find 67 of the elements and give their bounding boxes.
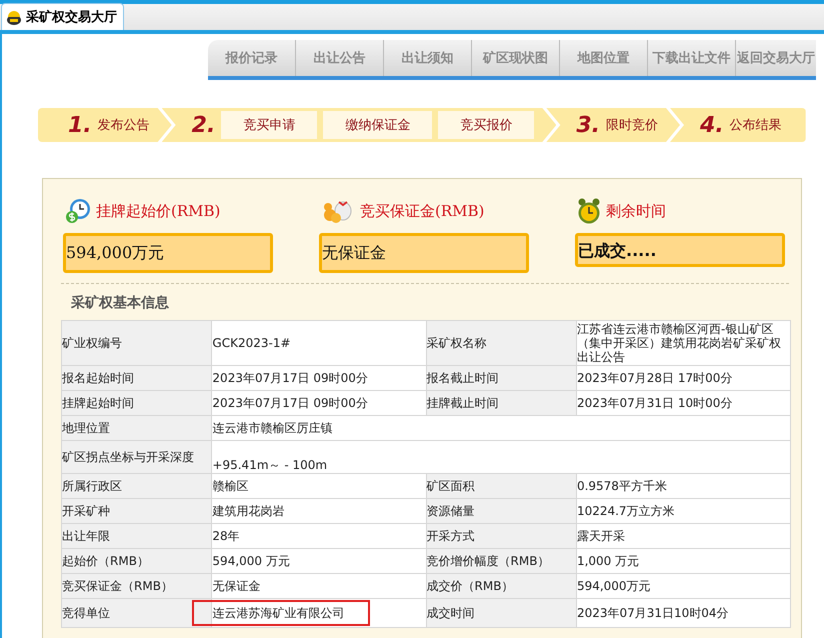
field-label: 所属行政区 [62, 474, 212, 498]
field-label: 矿区拐点坐标与开采深度 [62, 440, 212, 474]
field-label: 竞买保证金（RMB） [62, 574, 212, 598]
step-label: 发布公告 [98, 117, 150, 134]
field-value: 露天开采 [576, 524, 790, 548]
summary-value: 无保证金 [319, 233, 529, 273]
field-value: 1,000 万元 [576, 548, 790, 574]
field-label: 开采方式 [426, 524, 576, 548]
miner-helmet-icon [6, 9, 22, 25]
nav-tab[interactable]: 地图位置 [560, 40, 648, 76]
summary-value: 已成交..... [575, 233, 785, 267]
summary-title: 竞买保证金(RMB) [360, 202, 484, 220]
field-value: 建筑用花岗岩 [212, 498, 426, 524]
alarm-clock-icon [577, 197, 601, 225]
field-label: 竞得单位 [62, 598, 212, 628]
field-value: 江苏省连云港市赣榆区河西-银山矿区（集中开采区）建筑用花岗岩矿采矿权出让公告 [576, 320, 790, 366]
field-label: 开采矿种 [62, 498, 212, 524]
field-label: 竞价增价幅度（RMB） [426, 548, 576, 574]
field-value: 无保证金 [212, 574, 426, 598]
field-value: 10224.7万立方米 [576, 498, 790, 524]
field-value: 2023年07月31日 10时00分 [576, 390, 790, 416]
step-number: 1. [68, 112, 92, 138]
field-value: 2023年07月17日 09时00分 [212, 366, 426, 390]
field-label: 起始价（RMB） [62, 548, 212, 574]
nav-tab[interactable]: 出让公告 [296, 40, 384, 76]
section-title: 采矿权基本信息 [71, 294, 170, 312]
step-label: 限时竞价 [606, 117, 658, 134]
field-value: 594,000万元 [576, 574, 790, 598]
summary-title: 剩余时间 [606, 202, 666, 220]
nav-tab[interactable]: 报价记录 [208, 40, 296, 76]
field-label: 出让年限 [62, 524, 212, 548]
field-value: GCK2023-1# [212, 320, 426, 366]
field-label: 地理位置 [62, 416, 212, 440]
nav-tab[interactable]: 矿区现状图 [472, 40, 560, 76]
field-label: 报名截止时间 [426, 366, 576, 390]
field-label: 成交时间 [426, 598, 576, 628]
nav-tab[interactable]: 返回交易大厅 [736, 40, 816, 76]
field-value: 2023年07月31日10时04分 [576, 598, 790, 628]
tab-title: 采矿权交易大厅 [26, 8, 117, 26]
field-label: 挂牌起始时间 [62, 390, 212, 416]
field-label: 矿业权编号 [62, 320, 212, 366]
substep-label: 缴纳保证金 [323, 111, 432, 139]
summary-value: 594,000万元 [63, 233, 273, 273]
field-value: 28年 [212, 524, 426, 548]
step-number: 2. [192, 112, 216, 138]
field-label: 资源储量 [426, 498, 576, 524]
field-value: 赣榆区 [212, 474, 426, 498]
field-label: 矿区面积 [426, 474, 576, 498]
nav-tab[interactable]: 出让须知 [384, 40, 472, 76]
field-value: 594,000 万元 [212, 548, 426, 574]
step-number: 4. [700, 112, 724, 138]
field-value: 2023年07月28日 17时00分 [576, 366, 790, 390]
field-value: 0.9578平方千米 [576, 474, 790, 498]
nav-tab[interactable]: 下载出让文件 [648, 40, 736, 76]
field-label: 采矿权名称 [426, 320, 576, 366]
field-value: 2023年07月17日 09时00分 [212, 390, 426, 416]
highlight-frame: 连云港苏海矿业有限公司 [192, 600, 370, 626]
field-label: 报名起始时间 [62, 366, 212, 390]
field-label: 成交价（RMB） [426, 574, 576, 598]
substep-label: 竞买报价 [438, 111, 534, 139]
substep-label: 竞买申请 [221, 111, 318, 139]
field-label: 挂牌截止时间 [426, 390, 576, 416]
clock-coin-icon [65, 198, 91, 224]
step-number: 3. [576, 112, 600, 138]
browser-tab[interactable]: 采矿权交易大厅 [1, 3, 124, 30]
step-label: 公布结果 [730, 117, 782, 134]
summary-title: 挂牌起始价(RMB) [96, 202, 220, 220]
